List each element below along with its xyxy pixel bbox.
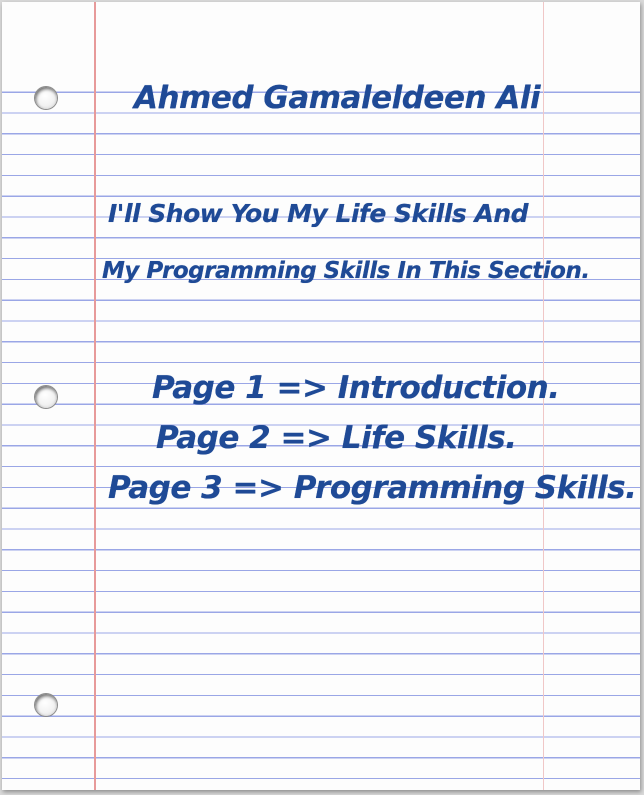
binder-hole-icon (35, 694, 57, 716)
intro-line-2: My Programming Skills In This Section. (102, 258, 590, 284)
author-name: Ahmed Gamaleldeen Ali (134, 80, 541, 116)
intro-line-1: I'll Show You My Life Skills And (108, 199, 529, 228)
page-index-item-3: Page 3 => Programming Skills. (108, 470, 637, 506)
page-index-item-2: Page 2 => Life Skills. (156, 420, 517, 456)
page-index-item-1: Page 1 => Introduction. (152, 370, 560, 406)
binder-hole-icon (35, 386, 57, 408)
red-margin-line (94, 2, 96, 790)
notebook-paper: Ahmed Gamaleldeen Ali I'll Show You My L… (2, 2, 640, 790)
binder-hole-icon (35, 87, 57, 109)
